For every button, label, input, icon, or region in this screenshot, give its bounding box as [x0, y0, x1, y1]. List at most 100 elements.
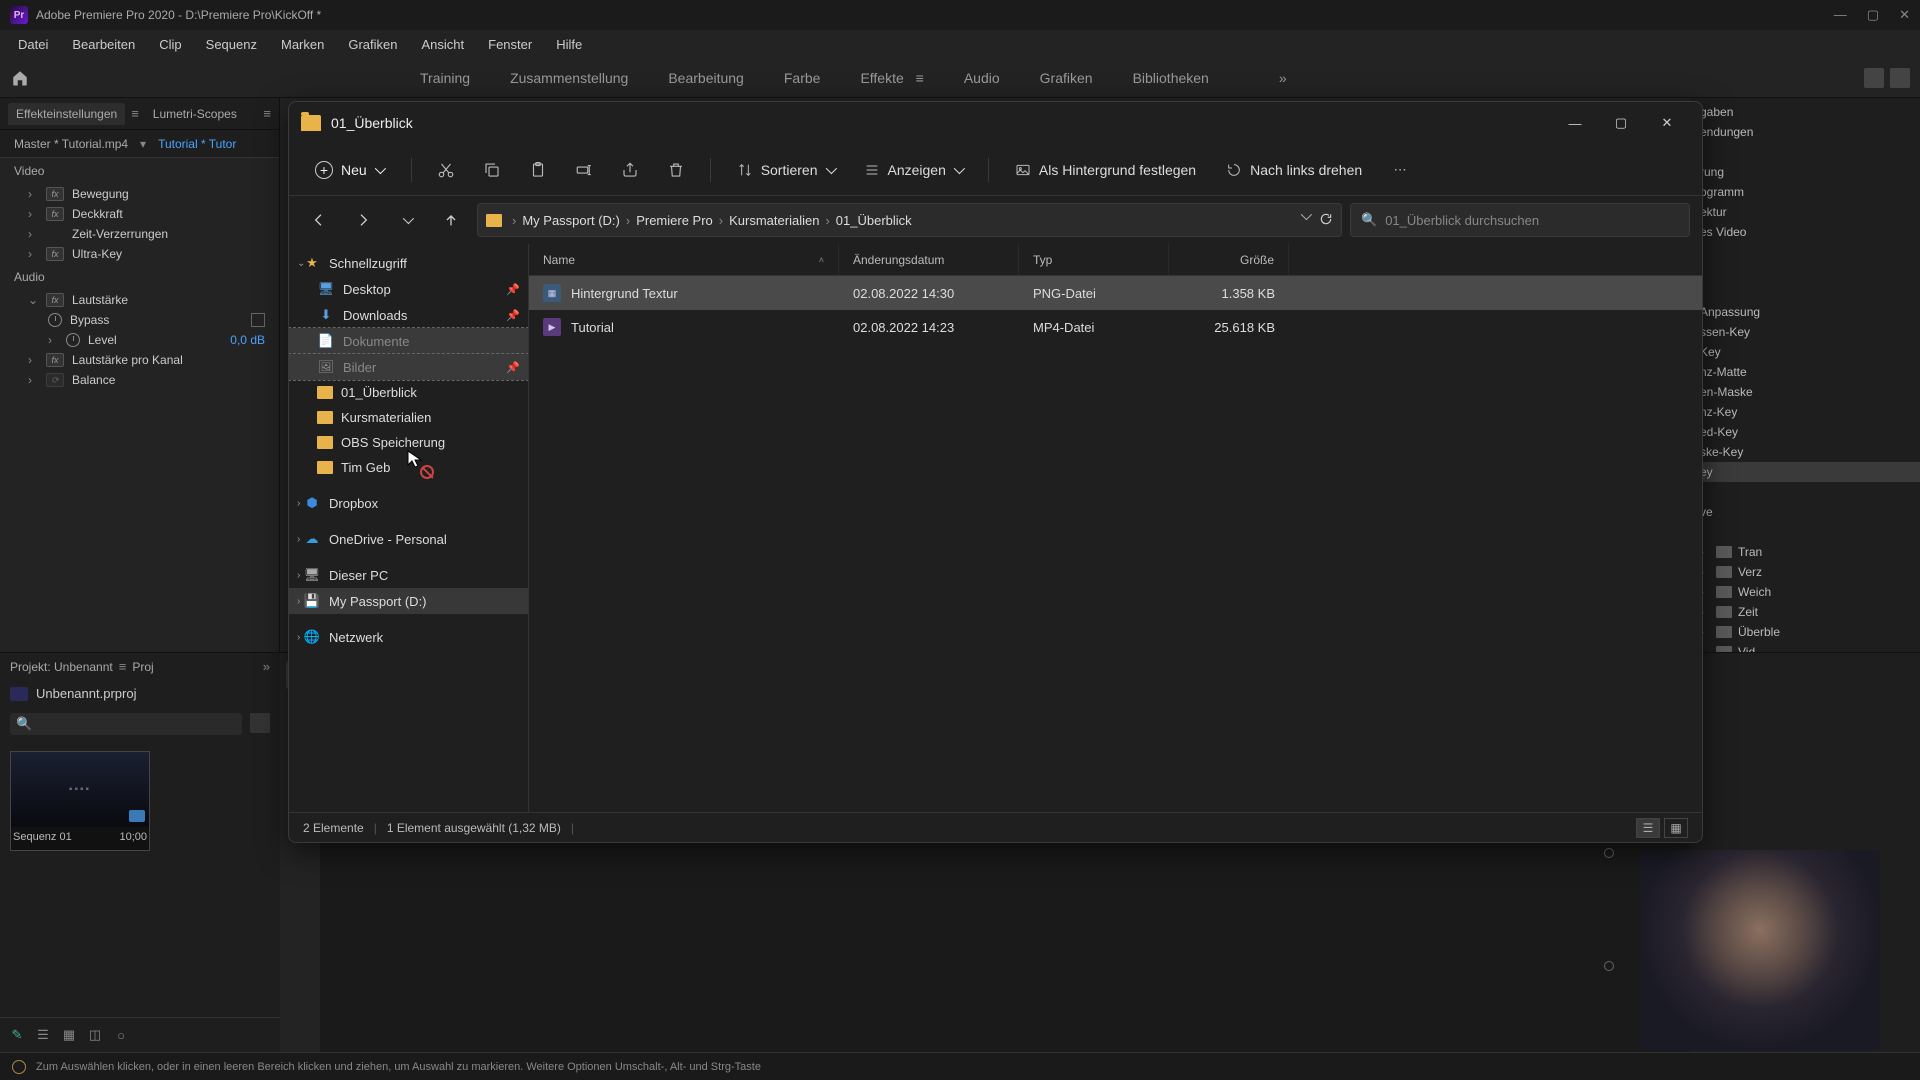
panel-overflow-icon[interactable]: » [263, 659, 270, 674]
home-icon[interactable] [10, 68, 30, 88]
sidebar-obs[interactable]: OBS Speicherung [289, 430, 528, 455]
fx-item[interactable]: endungen [1690, 122, 1920, 142]
sidebar-my-passport[interactable]: ›💾My Passport (D:) [289, 588, 528, 614]
fx-item[interactable]: ve [1690, 502, 1920, 522]
clip-tab[interactable]: Tutorial * Tutor [152, 134, 242, 154]
fx-balance[interactable]: ›⟳Balance [0, 370, 279, 390]
maximize-icon[interactable]: ▢ [1867, 7, 1879, 23]
marker-dot[interactable] [1604, 848, 1614, 858]
fx-folder[interactable]: ›Zeit [1690, 602, 1920, 622]
fx-ultrakey[interactable]: ›fxUltra-Key [0, 244, 279, 264]
delete-icon[interactable] [658, 152, 694, 188]
explorer-titlebar[interactable]: 01_Überblick — ▢ ✕ [289, 102, 1702, 144]
sidebar-kursmaterialien[interactable]: Kursmaterialien [289, 405, 528, 430]
paste-icon[interactable] [520, 152, 556, 188]
level-value[interactable]: 0,0 dB [230, 333, 265, 347]
menu-datei[interactable]: Datei [8, 33, 58, 56]
fx-item[interactable]: gaben [1690, 102, 1920, 122]
fx-item[interactable]: nz-Matte [1690, 362, 1920, 382]
more-options-icon[interactable]: ⋯ [1382, 152, 1418, 188]
breadcrumb[interactable]: Kursmaterialien [729, 213, 819, 228]
sidebar-dropbox[interactable]: ›⬢Dropbox [289, 490, 528, 516]
sidebar-network[interactable]: ›🌐Netzwerk [289, 624, 528, 650]
fx-folder[interactable]: ›Verz [1690, 562, 1920, 582]
ws-bibliotheken[interactable]: Bibliotheken [1133, 70, 1209, 86]
ws-bearbeitung[interactable]: Bearbeitung [668, 70, 744, 86]
panel-tab-effekteinstellungen[interactable]: Effekteinstellungen [8, 103, 125, 125]
file-row-tutorial[interactable]: ▶Tutorial 02.08.2022 14:23 MP4-Datei 25.… [529, 310, 1702, 344]
fx-level[interactable]: ›Level0,0 dB [0, 330, 279, 350]
master-dropdown-icon[interactable]: ▾ [134, 134, 152, 154]
zoom-slider[interactable]: ○ [112, 1026, 130, 1044]
new-button[interactable]: + Neu [303, 155, 395, 185]
ws-farbe[interactable]: Farbe [784, 70, 821, 86]
sidebar-quick-access[interactable]: ⌄ ★ Schnellzugriff [289, 250, 528, 276]
freeform-icon[interactable]: ◫ [86, 1026, 104, 1044]
fx-item[interactable]: nz-Key [1690, 402, 1920, 422]
search-input[interactable]: 🔍 01_Überblick durchsuchen [1350, 203, 1690, 237]
fx-lautstaerke-kanal[interactable]: ›fxLautstärke pro Kanal [0, 350, 279, 370]
icons-view-icon[interactable]: ▦ [1664, 818, 1688, 838]
sidebar-pictures[interactable]: 🖼Bilder📌 [289, 354, 528, 380]
fx-bypass[interactable]: Bypass [0, 310, 279, 330]
breadcrumb[interactable]: Premiere Pro [636, 213, 713, 228]
ws-overflow-icon[interactable]: » [1279, 70, 1287, 86]
master-tab[interactable]: Master * Tutorial.mp4 [8, 134, 134, 154]
address-bar[interactable]: › My Passport (D:) › Premiere Pro › Kurs… [477, 203, 1342, 237]
menu-clip[interactable]: Clip [149, 33, 191, 56]
sidebar-this-pc[interactable]: ›🖥Dieser PC [289, 562, 528, 588]
ws-zusammenstellung[interactable]: Zusammenstellung [510, 70, 628, 86]
fx-item[interactable]: Anpassung [1690, 302, 1920, 322]
menu-marken[interactable]: Marken [271, 33, 334, 56]
pen-icon[interactable]: ✎ [8, 1026, 26, 1044]
sidebar-downloads[interactable]: ⬇Downloads📌 [289, 302, 528, 328]
sequence-thumbnail[interactable]: ▪▪▪▪ Sequenz 01 10;00 [10, 751, 150, 851]
menu-fenster[interactable]: Fenster [478, 33, 542, 56]
ws-right-icon-2[interactable] [1890, 68, 1910, 88]
project-filter-icon[interactable] [250, 713, 270, 733]
fx-item[interactable]: ssen-Key [1690, 322, 1920, 342]
minimize-button[interactable]: — [1552, 102, 1598, 144]
panel-menu-icon[interactable]: ≡ [263, 106, 271, 121]
ws-training[interactable]: Training [420, 70, 470, 86]
sidebar-timgeb[interactable]: Tim Geb [289, 455, 528, 480]
fx-lautstaerke[interactable]: ⌄fxLautstärke [0, 290, 279, 310]
stopwatch-icon[interactable] [66, 333, 80, 347]
details-view-icon[interactable]: ☰ [1636, 818, 1660, 838]
column-size[interactable]: Größe [1169, 244, 1289, 275]
fx-item[interactable]: ed-Key [1690, 422, 1920, 442]
menu-hilfe[interactable]: Hilfe [546, 33, 592, 56]
close-button[interactable]: ✕ [1644, 102, 1690, 144]
stopwatch-icon[interactable] [48, 313, 62, 327]
rotate-left-button[interactable]: Nach links drehen [1216, 156, 1372, 184]
sidebar-desktop[interactable]: 🖥Desktop📌 [289, 276, 528, 302]
marker-dot[interactable] [1604, 961, 1614, 971]
fx-item[interactable]: ektur [1690, 202, 1920, 222]
menu-ansicht[interactable]: Ansicht [411, 33, 474, 56]
ws-menu-icon[interactable]: ≡ [912, 70, 924, 86]
file-list[interactable]: ▦Hintergrund Textur 02.08.2022 14:30 PNG… [529, 276, 1702, 812]
refresh-icon[interactable] [1319, 212, 1333, 229]
fx-folder[interactable]: ›Weich [1690, 582, 1920, 602]
forward-button[interactable] [345, 202, 381, 238]
view-button[interactable]: Anzeigen [854, 156, 972, 184]
copy-icon[interactable] [474, 152, 510, 188]
share-icon[interactable] [612, 152, 648, 188]
bypass-checkbox[interactable] [251, 313, 265, 327]
sidebar-onedrive[interactable]: ›☁OneDrive - Personal [289, 526, 528, 552]
project-tab[interactable]: Projekt: Unbenannt [10, 660, 113, 674]
menu-grafiken[interactable]: Grafiken [338, 33, 407, 56]
breadcrumb[interactable]: My Passport (D:) [522, 213, 620, 228]
fx-item[interactable]: ey [1690, 462, 1920, 482]
fx-item[interactable]: Key [1690, 342, 1920, 362]
fx-item[interactable]: en-Maske [1690, 382, 1920, 402]
maximize-button[interactable]: ▢ [1598, 102, 1644, 144]
project-search[interactable]: 🔍 [10, 713, 242, 735]
sort-button[interactable]: Sortieren [727, 156, 844, 184]
fx-bewegung[interactable]: ›fxBewegung [0, 184, 279, 204]
address-dropdown-icon[interactable] [1301, 208, 1312, 219]
fx-item[interactable]: rung [1690, 162, 1920, 182]
minimize-icon[interactable]: — [1834, 7, 1847, 23]
recent-dropdown[interactable] [389, 202, 425, 238]
ws-effekte[interactable]: Effekte ≡ [860, 70, 923, 86]
